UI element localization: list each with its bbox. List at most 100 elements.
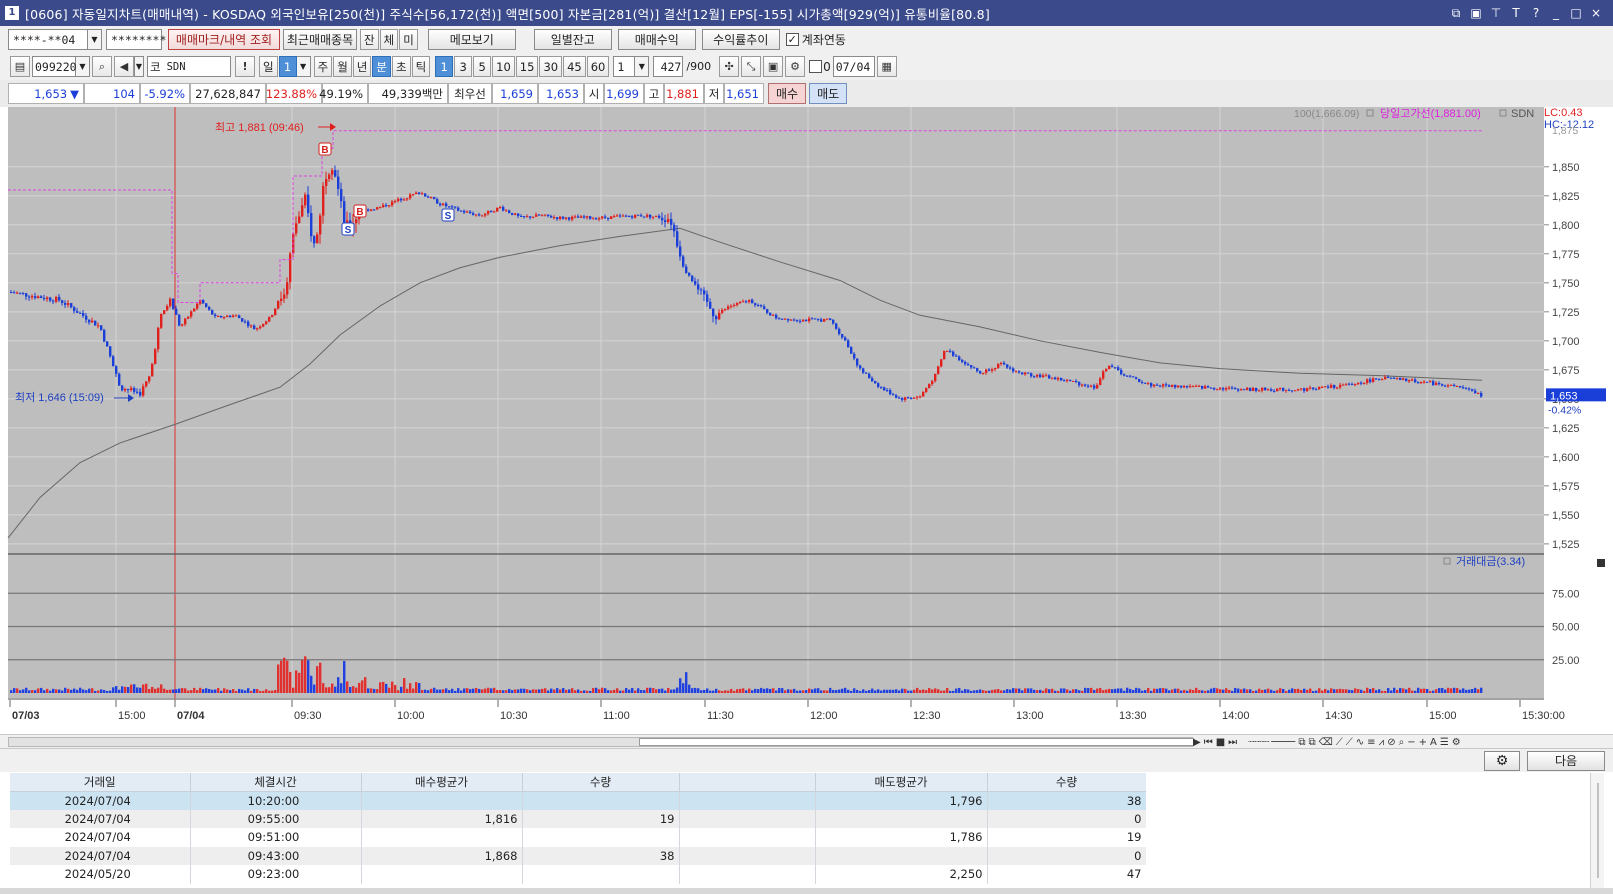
- pin-icon[interactable]: ⊤: [1489, 6, 1503, 20]
- help-icon[interactable]: ?: [1529, 6, 1543, 20]
- period-dropdown-icon[interactable]: ▼: [296, 56, 311, 77]
- app-icon[interactable]: 1: [5, 6, 19, 20]
- draw-hline-icon[interactable]: ────: [1271, 737, 1295, 748]
- period-second-button[interactable]: 초: [391, 56, 411, 77]
- daily-balance-button[interactable]: 일별잔고: [533, 29, 612, 50]
- count-input[interactable]: 427: [653, 56, 684, 77]
- col-trade-date[interactable]: 거래일: [10, 773, 191, 792]
- crosshair-icon[interactable]: ✣: [719, 56, 740, 77]
- interval-button[interactable]: 45: [563, 56, 586, 77]
- calendar-icon[interactable]: ▦: [876, 56, 897, 77]
- col-blank[interactable]: [679, 773, 816, 792]
- col-buy-avg[interactable]: 매수평균가: [361, 773, 523, 792]
- stock-name-field[interactable]: 코 SDN: [147, 56, 231, 77]
- recent-trades-button[interactable]: 최근매매종목: [283, 29, 357, 50]
- volume-bar: [1111, 689, 1114, 693]
- close-icon[interactable]: ×: [1589, 6, 1603, 20]
- zoom-icon[interactable]: ⌕: [1399, 737, 1405, 748]
- fib-icon[interactable]: ≡: [1367, 737, 1375, 748]
- minimize-icon[interactable]: _: [1549, 6, 1563, 20]
- period-num-button[interactable]: 1: [278, 56, 297, 77]
- grid-scrollbar[interactable]: [1590, 773, 1604, 888]
- trend-icon[interactable]: ⟋: [1336, 737, 1343, 748]
- alert-icon[interactable]: !: [235, 56, 255, 77]
- trade-profit-button[interactable]: 매매수익: [617, 29, 696, 50]
- price-chart[interactable]: BBSS 최고 1,881 (09:46) 최저 1,646 (15:09) 100…: [0, 107, 1613, 734]
- table-row[interactable]: 2024/07/04 09:51:00 1,786 19: [10, 828, 1147, 847]
- account-input[interactable]: ****-**04: [8, 29, 88, 50]
- chart-canvas[interactable]: BBSS 최고 1,881 (09:46)최저 1,646 (15:09)100…: [0, 107, 1613, 734]
- date-input[interactable]: 07/04: [832, 56, 875, 77]
- maximize-icon[interactable]: □: [1569, 6, 1583, 20]
- interval-button[interactable]: 60: [586, 56, 610, 77]
- tab-filled[interactable]: 체: [379, 29, 399, 50]
- search-icon[interactable]: ⌕: [92, 56, 112, 77]
- interval-dropdown-icon[interactable]: ▼: [635, 56, 650, 77]
- trade-mark-query-button[interactable]: 매매마크/내역 조회: [168, 29, 280, 50]
- config-icon[interactable]: ⚙: [1452, 737, 1461, 748]
- period-week-button[interactable]: 주: [313, 56, 333, 77]
- memo-button[interactable]: 메모보기: [427, 29, 516, 50]
- interval-button[interactable]: 1: [435, 56, 454, 77]
- window-arrange-icon[interactable]: ▣: [1469, 6, 1483, 20]
- gear-icon[interactable]: ⚙: [1484, 751, 1520, 771]
- draw-line-icon[interactable]: ┈┈┈┈: [1248, 737, 1269, 748]
- paste-icon[interactable]: ⧉: [1308, 737, 1315, 748]
- date-checkbox[interactable]: [809, 60, 823, 73]
- col-exec-time[interactable]: 체결시간: [190, 773, 362, 792]
- table-row[interactable]: 2024/07/04 10:20:00 1,796 38: [10, 791, 1147, 810]
- interval-button[interactable]: 3: [454, 56, 473, 77]
- col-sell-qty[interactable]: 수량: [987, 773, 1147, 792]
- zoom-in-icon[interactable]: +: [1419, 737, 1427, 748]
- col-buy-qty[interactable]: 수량: [522, 773, 680, 792]
- link-window-icon[interactable]: ⧉: [1449, 6, 1463, 20]
- account-link-checkbox[interactable]: ✓: [785, 33, 799, 46]
- stock-code-input[interactable]: 099220: [32, 56, 77, 77]
- play-next-icon[interactable]: ▶: [1193, 737, 1201, 748]
- text-tool-icon[interactable]: A: [1430, 737, 1437, 748]
- interval-button[interactable]: 30: [539, 56, 563, 77]
- table-row[interactable]: 2024/07/04 09:55:00 1,816 19 0: [10, 809, 1147, 828]
- speaker-dropdown-icon[interactable]: ▼: [134, 56, 144, 77]
- return-trend-button[interactable]: 수익률추이: [701, 29, 780, 50]
- next-button[interactable]: 다음: [1527, 751, 1605, 771]
- scroll-thumb[interactable]: [639, 738, 1194, 746]
- interval-button[interactable]: 5: [473, 56, 492, 77]
- period-month-button[interactable]: 월: [333, 56, 352, 77]
- copy-icon[interactable]: ⧉: [1298, 737, 1305, 748]
- tab-unfilled[interactable]: 미: [399, 29, 418, 50]
- trend2-icon[interactable]: ⟋: [1346, 737, 1353, 748]
- zigzag-icon[interactable]: ⩘: [1379, 737, 1385, 748]
- settings-icon[interactable]: ⚙: [785, 56, 806, 77]
- tab-balance[interactable]: 잔: [360, 29, 379, 50]
- table-row[interactable]: 2024/05/20 09:23:00 2,250 47: [10, 865, 1147, 884]
- cycle-icon[interactable]: ⊘: [1387, 737, 1395, 748]
- list-icon[interactable]: ☰: [1440, 737, 1449, 748]
- col-sell-avg[interactable]: 매도평균가: [815, 773, 988, 792]
- font-size-icon[interactable]: T: [1509, 6, 1523, 20]
- zoom-out-icon[interactable]: −: [1407, 737, 1415, 748]
- period-tick-button[interactable]: 틱: [411, 56, 431, 77]
- period-year-button[interactable]: 년: [352, 56, 372, 77]
- interval-button[interactable]: 10: [492, 56, 515, 77]
- code-dropdown-icon[interactable]: ▼: [76, 56, 90, 77]
- table-row[interactable]: 2024/07/04 09:43:00 1,868 38 0: [10, 846, 1147, 865]
- interval-select[interactable]: 1: [613, 56, 636, 77]
- stop-icon[interactable]: ■: [1216, 737, 1225, 748]
- password-input[interactable]: ********: [106, 29, 166, 50]
- save-icon[interactable]: ▣: [763, 56, 784, 77]
- skip-end-icon[interactable]: ⏭: [1228, 737, 1237, 748]
- buy-button[interactable]: 매수: [768, 83, 807, 104]
- chart-scrollbar[interactable]: [8, 737, 1194, 747]
- panel-toggle-icon[interactable]: ▤: [10, 56, 30, 77]
- wave-icon[interactable]: ∿: [1356, 737, 1364, 748]
- interval-button[interactable]: 15: [515, 56, 539, 77]
- account-dropdown-icon[interactable]: ▼: [88, 29, 102, 50]
- period-day-button[interactable]: 일: [259, 56, 278, 77]
- speaker-icon[interactable]: ◀: [114, 56, 134, 77]
- zoom-fit-icon[interactable]: ⤡: [741, 56, 762, 77]
- sell-button[interactable]: 매도: [809, 83, 848, 104]
- skip-start-icon[interactable]: ⏮: [1204, 737, 1213, 748]
- eraser-icon[interactable]: ⌫: [1319, 737, 1333, 748]
- period-minute-button[interactable]: 분: [372, 56, 391, 77]
